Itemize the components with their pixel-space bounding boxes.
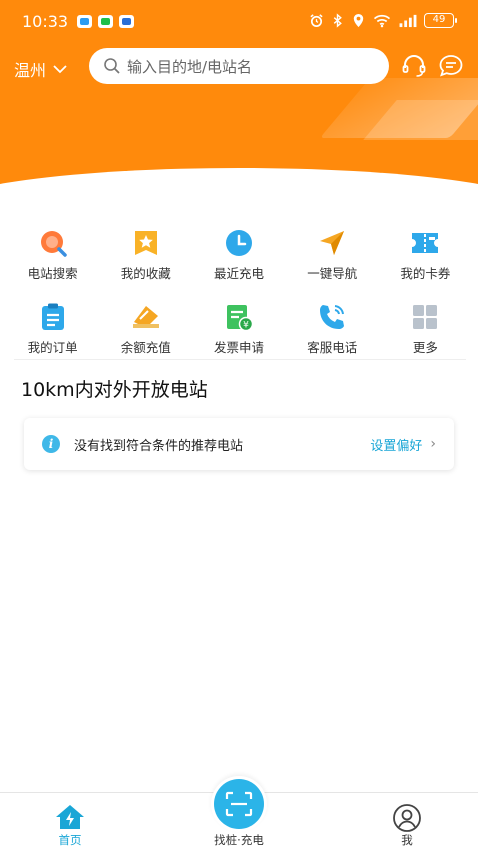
quick-action-label: 我的收藏 — [120, 266, 171, 281]
location-icon — [353, 13, 364, 28]
quick-action-label: 一键导航 — [307, 266, 358, 281]
set-preference-label: 设置偏好 — [370, 438, 423, 454]
invoice-icon: ¥ — [226, 305, 254, 332]
card-recharge-icon — [132, 306, 159, 328]
chevron-down-icon — [53, 65, 67, 74]
scan-button-circle — [214, 779, 264, 829]
section-divider — [14, 359, 466, 360]
navigation-arrow-icon — [320, 231, 345, 255]
chevron-right-icon: › — [430, 436, 436, 452]
scan-charge-button[interactable] — [211, 776, 267, 832]
no-recommendation-text: 没有找到符合条件的推荐电站 — [74, 438, 244, 454]
order-clipboard-icon — [41, 303, 64, 330]
balance-recharge-button[interactable]: 余额充值 — [99, 302, 192, 356]
city-label: 温州 — [14, 61, 47, 80]
info-icon: i — [42, 435, 60, 453]
tab-find-charge-label: 找桩·充电 — [214, 833, 264, 847]
my-favorites-button[interactable]: 我的收藏 — [99, 228, 192, 282]
star-favorite-icon — [134, 231, 157, 255]
quick-actions-grid: 电站搜索 我的收藏 最近充电 一键导航 我的卡券 我的订单 余额充值 ¥ 发票申… — [6, 228, 472, 356]
quick-action-label: 更多 — [412, 340, 438, 355]
svg-text:¥: ¥ — [243, 321, 249, 331]
set-preference-link[interactable]: 设置偏好 › — [370, 435, 436, 454]
customer-service-phone-button[interactable]: 客服电话 — [286, 302, 379, 356]
station-search-button[interactable]: 电站搜索 — [6, 228, 99, 282]
more-button[interactable]: 更多 — [379, 302, 472, 356]
phone-icon — [320, 305, 345, 329]
nearby-stations-title: 10km内对外开放电站 — [21, 379, 208, 401]
signal-icon — [399, 14, 417, 28]
quick-action-label: 电站搜索 — [27, 266, 78, 281]
tab-home-label: 首页 — [58, 833, 82, 847]
clock-icon — [225, 230, 252, 256]
scan-qr-icon — [225, 791, 253, 817]
one-click-navigation-button[interactable]: 一键导航 — [286, 228, 379, 282]
grid-more-icon — [413, 305, 438, 329]
alarm-icon — [310, 14, 323, 27]
station-search-icon — [40, 231, 67, 257]
battery-indicator: 49 — [424, 13, 457, 28]
quick-action-label: 我的订单 — [27, 340, 78, 355]
customer-service-headset-icon[interactable] — [401, 53, 427, 79]
status-time: 10:33 — [22, 12, 69, 31]
recent-charge-button[interactable]: 最近充电 — [192, 228, 285, 282]
tab-me-label: 我 — [401, 833, 413, 847]
quick-action-label: 最近充电 — [213, 266, 264, 281]
notification-app-icon — [119, 15, 134, 28]
status-right-icons: 49 — [309, 13, 457, 28]
search-placeholder: 输入目的地/电站名 — [127, 57, 253, 76]
invoice-request-button[interactable]: ¥ 发票申请 — [192, 302, 285, 356]
my-coupons-button[interactable]: 我的卡券 — [379, 228, 472, 282]
header-curve — [0, 168, 478, 215]
coupon-ticket-icon — [412, 233, 439, 253]
no-recommendation-card: i 没有找到符合条件的推荐电站 设置偏好 › — [24, 418, 454, 470]
tab-me[interactable]: 我 — [357, 793, 457, 850]
quick-action-label: 余额充值 — [120, 340, 171, 355]
message-app-icon — [77, 15, 92, 28]
home-lightning-icon — [56, 805, 84, 829]
message-icon[interactable] — [438, 53, 464, 79]
tab-home[interactable]: 首页 — [20, 793, 120, 850]
search-input[interactable]: 输入目的地/电站名 — [89, 48, 389, 84]
quick-action-label: 客服电话 — [307, 340, 358, 355]
quick-action-label: 我的卡券 — [400, 266, 451, 281]
wechat-icon — [98, 15, 113, 28]
status-bar: 10:33 49 — [0, 0, 478, 44]
quick-action-label: 发票申请 — [213, 340, 264, 355]
search-icon — [104, 58, 120, 74]
my-orders-button[interactable]: 我的订单 — [6, 302, 99, 356]
user-profile-icon — [393, 804, 421, 832]
wifi-icon — [373, 14, 391, 28]
bluetooth-icon — [333, 13, 342, 28]
city-selector[interactable]: 温州 — [14, 57, 68, 81]
